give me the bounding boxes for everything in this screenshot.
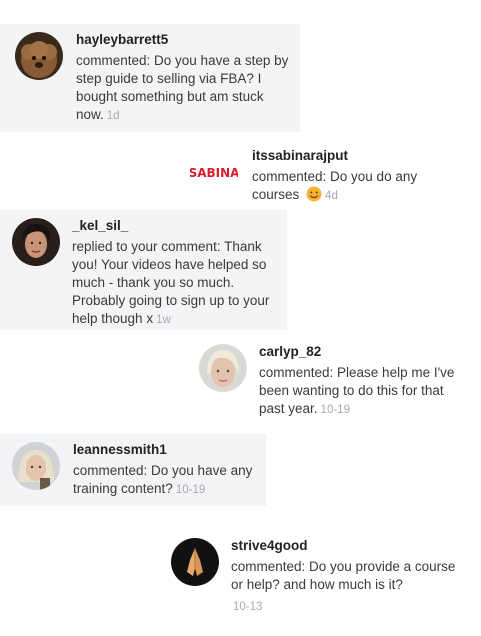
- comment-text: commented: Do you have a step by step gu…: [76, 52, 300, 125]
- notification-item[interactable]: SABINA itssabinarajput commented: Do you…: [185, 140, 445, 204]
- timestamp: 10-19: [320, 404, 350, 416]
- smiling-face-icon: [306, 186, 322, 202]
- username[interactable]: leannessmith1: [73, 442, 167, 457]
- timestamp: 4d: [325, 190, 338, 202]
- comment-text: commented: Please help me I've been want…: [259, 364, 469, 419]
- comment-text: commented: Do you provide a course or he…: [231, 558, 461, 616]
- comment-body: commented: Please help me I've been want…: [259, 365, 455, 416]
- blonde-woman-avatar-icon[interactable]: [199, 344, 247, 392]
- notification-item[interactable]: hayleybarrett5 commented: Do you have a …: [0, 24, 300, 132]
- logo-text: SABINA: [190, 166, 238, 180]
- timestamp: 1w: [156, 314, 171, 326]
- comment-text: commented: Do you have any training cont…: [73, 462, 263, 499]
- sabina-logo-icon[interactable]: SABINA: [190, 144, 238, 192]
- notification-item[interactable]: _kel_sil_ replied to your comment: Thank…: [0, 210, 287, 330]
- comment-text: replied to your comment: Thank you! Your…: [72, 238, 280, 329]
- notification-item[interactable]: carlyp_82 commented: Please help me I've…: [192, 336, 472, 426]
- timestamp: 10-19: [175, 484, 206, 496]
- username[interactable]: hayleybarrett5: [76, 32, 168, 47]
- timestamp: 10-13: [233, 601, 263, 613]
- username[interactable]: carlyp_82: [259, 344, 321, 359]
- notification-item[interactable]: leannessmith1 commented: Do you have any…: [0, 434, 266, 506]
- username[interactable]: strive4good: [231, 538, 308, 553]
- username[interactable]: itssabinarajput: [252, 148, 348, 163]
- woman-selfie-avatar-icon[interactable]: [12, 442, 60, 490]
- comment-body: commented: Do you have any training cont…: [73, 463, 253, 496]
- comment-body: commented: Do you provide a course or he…: [231, 559, 456, 592]
- timestamp: 1d: [106, 110, 120, 122]
- dog-avatar-icon[interactable]: [15, 32, 63, 80]
- notification-item[interactable]: strive4good commented: Do you provide a …: [166, 530, 466, 620]
- comment-body: replied to your comment: Thank you! Your…: [72, 239, 270, 326]
- comment-text: commented: Do you do any courses 4d: [252, 168, 432, 205]
- username[interactable]: _kel_sil_: [72, 218, 128, 233]
- woman-avatar-icon[interactable]: [12, 218, 60, 266]
- praying-hands-avatar-icon[interactable]: [171, 538, 219, 586]
